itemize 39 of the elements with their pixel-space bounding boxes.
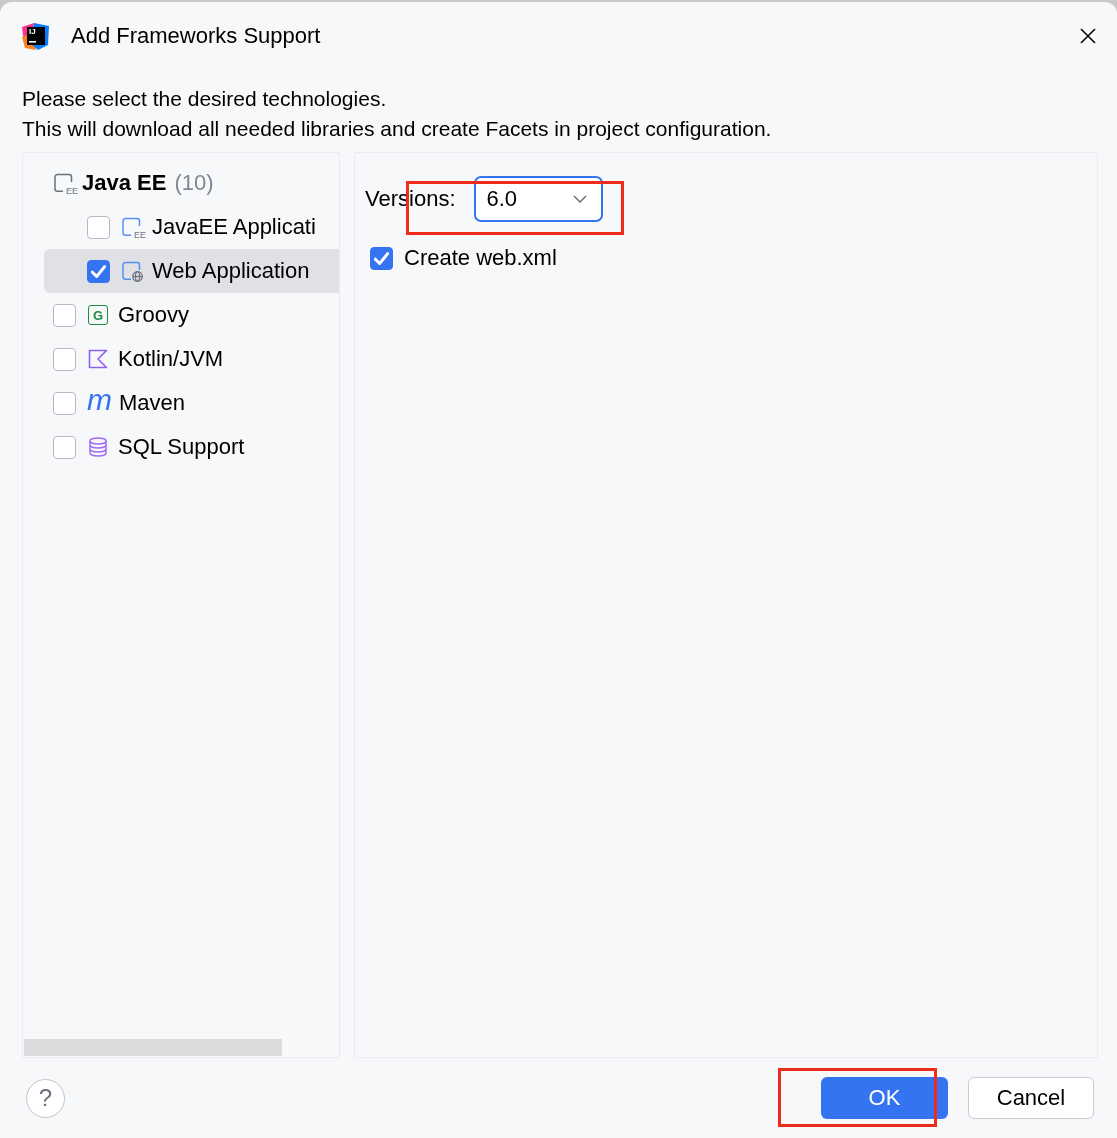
- versions-dropdown[interactable]: 6.0: [473, 176, 603, 222]
- checkbox[interactable]: [53, 435, 76, 459]
- ok-button[interactable]: OK: [821, 1077, 948, 1119]
- checkmark-icon: [374, 250, 389, 266]
- window-title: Add Frameworks Support: [71, 23, 321, 49]
- checkbox[interactable]: [53, 391, 76, 415]
- checkmark-icon: [91, 263, 106, 279]
- cancel-button[interactable]: Cancel: [968, 1077, 1094, 1119]
- tree-row[interactable]: EE JavaEE Applicati: [44, 205, 339, 249]
- description-text: Please select the desired technologies.: [22, 86, 388, 112]
- tree-item-label: JavaEE Applicati: [152, 214, 316, 240]
- scrollbar-thumb[interactable]: [24, 1039, 282, 1056]
- tree-row[interactable]: m Maven: [44, 381, 339, 425]
- tree-row[interactable]: SQL Support: [44, 425, 339, 469]
- checkbox-label[interactable]: Create web.xml: [404, 245, 557, 271]
- chevron-down-icon: [572, 195, 587, 203]
- tree-row[interactable]: Kotlin/JVM: [44, 337, 339, 381]
- tree-item-label: Groovy: [118, 302, 189, 328]
- checkbox[interactable]: [53, 347, 76, 371]
- tree-item-label: Kotlin/JVM: [118, 346, 224, 372]
- checkbox[interactable]: [53, 303, 76, 327]
- tree-item-label: Maven: [119, 390, 186, 416]
- checkbox[interactable]: [370, 246, 393, 270]
- checkbox[interactable]: [87, 259, 110, 283]
- checkbox[interactable]: [87, 215, 110, 239]
- tree-row[interactable]: Web Application: [44, 249, 339, 293]
- help-button[interactable]: ?: [26, 1078, 65, 1118]
- tree-row[interactable]: G Groovy: [44, 293, 339, 337]
- close-icon[interactable]: [1080, 28, 1096, 44]
- tree-item-label: Web Application: [152, 258, 310, 284]
- count-label: (10): [174, 170, 214, 196]
- group-label: Java EE: [82, 170, 167, 196]
- description-text: This will download all needed libraries and create Facets in project configuration.: [22, 116, 773, 142]
- tree-item-label: SQL Support: [118, 434, 245, 460]
- k-shape-icon: [87, 348, 109, 370]
- letter-g-icon: G: [88, 305, 108, 325]
- window-globe-icon: [121, 260, 143, 282]
- letter-m-icon: m: [87, 389, 112, 411]
- database-icon: [87, 436, 109, 458]
